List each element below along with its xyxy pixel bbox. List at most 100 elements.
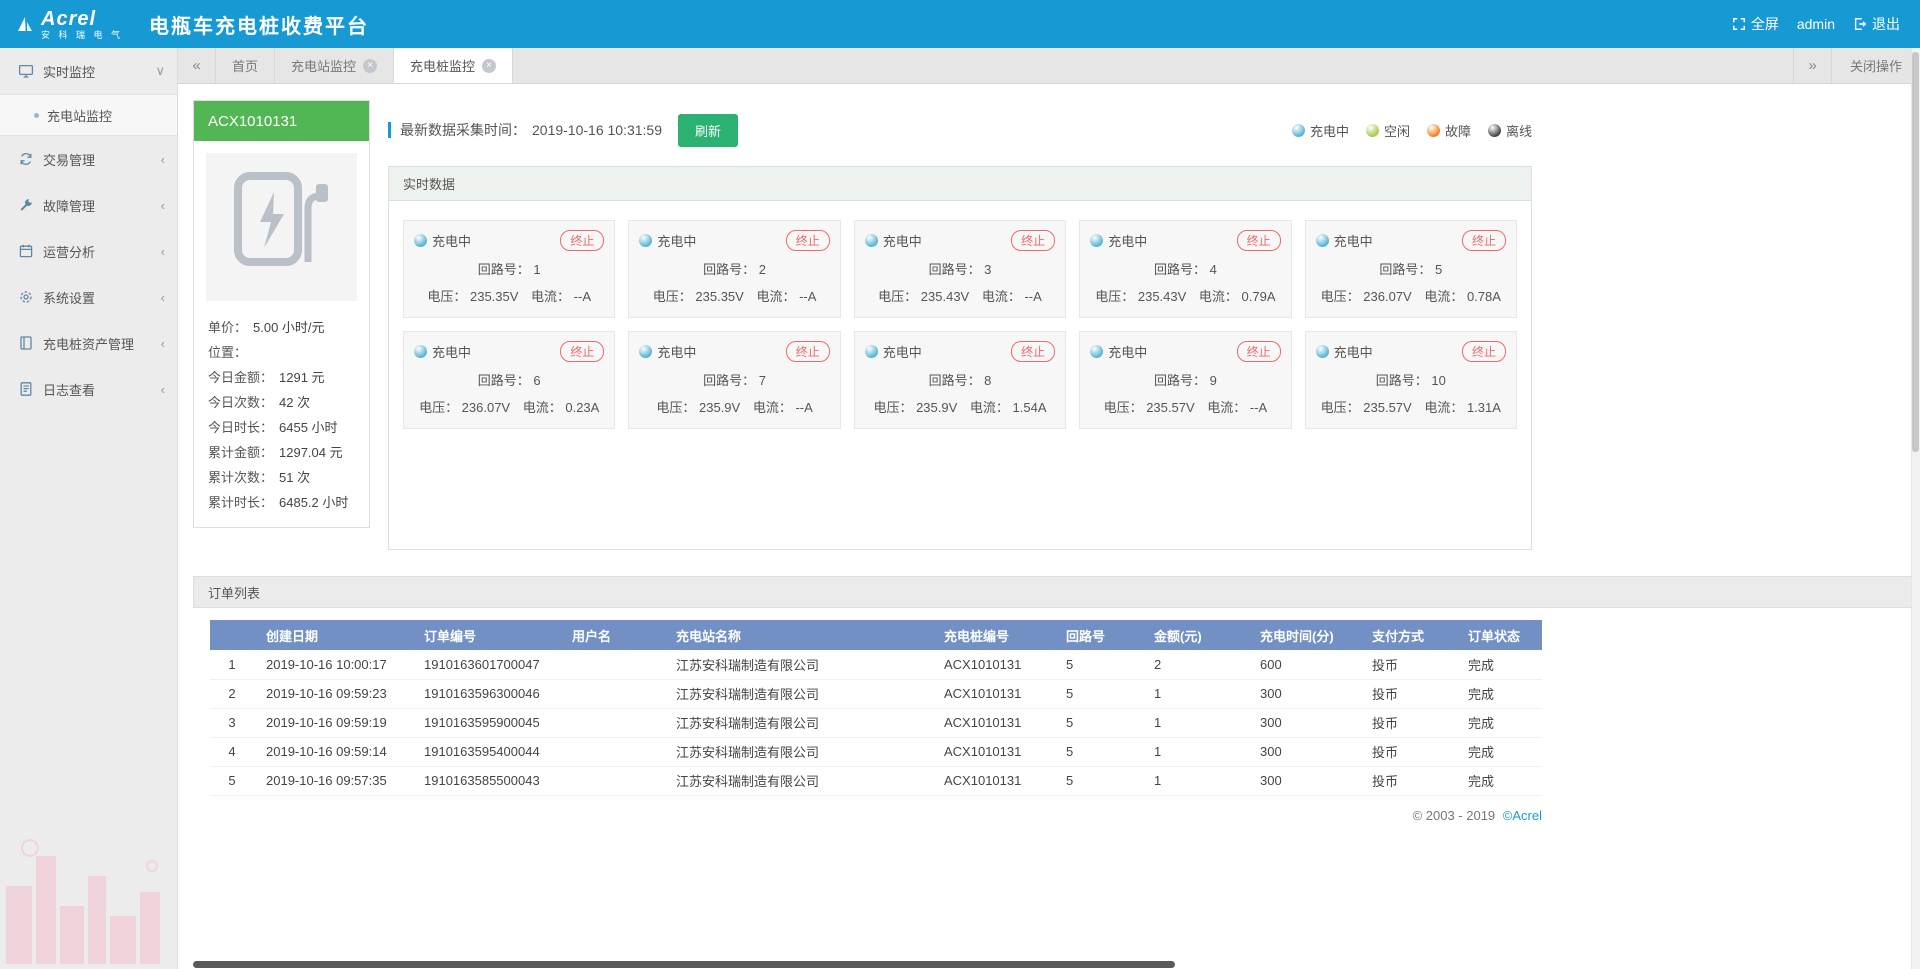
sidebar: 实时监控 ∨ 充电站监控 交易管理 ‹ 故障管理 ‹ [0, 48, 178, 969]
close-operations-button[interactable]: 关闭操作 [1831, 48, 1920, 83]
footer-brand-link[interactable]: ©Acrel [1503, 808, 1542, 823]
sidebar-item-station-monitor[interactable]: 充电站监控 [0, 94, 177, 136]
tab-home[interactable]: 首页 [216, 48, 275, 83]
stop-button[interactable]: 终止 [786, 341, 830, 362]
stop-button[interactable]: 终止 [560, 230, 604, 251]
orders-table: 创建日期订单编号用户名充电站名称充电桩编号回路号金额(元)充电时间(分)支付方式… [210, 620, 1542, 796]
sidebar-item-operation-analysis[interactable]: 运营分析 ‹ [0, 228, 177, 274]
order-row[interactable]: 52019-10-16 09:57:351910163585500043江苏安科… [210, 766, 1542, 795]
order-cell: 完成 [1456, 650, 1542, 679]
tab-close-icon[interactable]: × [482, 59, 496, 73]
order-row[interactable]: 42019-10-16 09:59:141910163595400044江苏安科… [210, 737, 1542, 766]
tab-station-monitor[interactable]: 充电站监控 × [275, 48, 394, 83]
tab-pile-monitor[interactable]: 充电桩监控 × [394, 48, 513, 83]
channel-status: 充电中 [1316, 342, 1373, 361]
device-stat-line: 今日次数： 42 次 [208, 390, 355, 415]
order-cell: 1 [1142, 766, 1248, 795]
order-cell [560, 708, 664, 737]
charging-dot-icon [865, 234, 878, 247]
vertical-scrollbar-thumb[interactable] [1912, 52, 1919, 452]
orders-column-header: 充电时间(分) [1248, 620, 1360, 650]
channel-status: 充电中 [865, 342, 922, 361]
channel-card: 充电中 终止 回路号： 6 电压： 236.07V 电流： 0.23A [403, 331, 615, 429]
user-menu[interactable]: admin [1797, 16, 1835, 32]
order-cell [560, 766, 664, 795]
book-icon [18, 335, 34, 351]
circuit-number: 回路号： 4 [1090, 259, 1280, 278]
circuit-number: 回路号： 9 [1090, 370, 1280, 389]
order-row[interactable]: 32019-10-16 09:59:191910163595900045江苏安科… [210, 708, 1542, 737]
orders-column-header: 创建日期 [254, 620, 412, 650]
channel-card: 充电中 终止 回路号： 3 电压： 235.43V 电流： --A [854, 220, 1066, 318]
legend-item: 充电中 [1292, 121, 1349, 140]
fullscreen-button[interactable]: 全屏 [1732, 14, 1779, 34]
order-row-index: 3 [210, 708, 254, 737]
logout-button[interactable]: 退出 [1853, 14, 1900, 34]
order-cell: 完成 [1456, 679, 1542, 708]
order-cell: 300 [1248, 679, 1360, 708]
chevron-left-icon: ‹ [161, 152, 165, 167]
stop-button[interactable]: 终止 [1237, 341, 1281, 362]
order-cell: 1910163595900045 [412, 708, 560, 737]
refresh-button[interactable]: 刷新 [678, 114, 738, 147]
device-stat-line: 今日金额： 1291 元 [208, 365, 355, 390]
order-cell: 完成 [1456, 766, 1542, 795]
order-cell: 完成 [1456, 708, 1542, 737]
chevron-down-icon: ∨ [155, 63, 165, 79]
charging-dot-icon [1316, 234, 1329, 247]
tabs-scroll-left-button[interactable]: « [178, 48, 216, 83]
order-row[interactable]: 12019-10-16 10:00:171910163601700047江苏安科… [210, 650, 1542, 679]
sidebar-item-fault-management[interactable]: 故障管理 ‹ [0, 182, 177, 228]
stop-button[interactable]: 终止 [1462, 341, 1506, 362]
orders-column-header: 用户名 [560, 620, 664, 650]
charging-dot-icon [639, 345, 652, 358]
sidebar-item-system-settings[interactable]: 系统设置 ‹ [0, 274, 177, 320]
stop-button[interactable]: 终止 [1462, 230, 1506, 251]
order-row[interactable]: 22019-10-16 09:59:231910163596300046江苏安科… [210, 679, 1542, 708]
order-cell: 2019-10-16 09:57:35 [254, 766, 412, 795]
channel-card: 充电中 终止 回路号： 9 电压： 235.57V 电流： --A [1079, 331, 1291, 429]
chevron-left-icon: ‹ [161, 244, 165, 259]
order-cell: 5 [1054, 679, 1142, 708]
stop-button[interactable]: 终止 [1011, 230, 1055, 251]
device-stat-line: 位置： [208, 340, 355, 365]
copyright-footer: © 2003 - 2019 ©Acrel [193, 808, 1542, 823]
stop-button[interactable]: 终止 [786, 230, 830, 251]
orders-index-header [210, 620, 254, 650]
order-cell: 1 [1142, 737, 1248, 766]
document-icon [18, 381, 34, 397]
sidebar-item-asset-management[interactable]: 充电桩资产管理 ‹ [0, 320, 177, 366]
channel-measurements: 电压： 236.07V 电流： 0.23A [414, 397, 604, 416]
sidebar-item-realtime-monitor[interactable]: 实时监控 ∨ [0, 48, 177, 94]
device-info-card: ACX1010131 单价： 5.00 小时/元 位置： 今日金额： [193, 100, 370, 528]
horizontal-scrollbar-thumb[interactable] [193, 961, 1175, 968]
orders-column-header: 充电桩编号 [932, 620, 1054, 650]
stop-button[interactable]: 终止 [1237, 230, 1281, 251]
channel-status: 充电中 [865, 231, 922, 250]
tab-close-icon[interactable]: × [363, 59, 377, 73]
stop-button[interactable]: 终止 [560, 341, 604, 362]
status-dot-icon [1488, 124, 1501, 137]
realtime-panel-title: 实时数据 [389, 167, 1531, 201]
tabs-scroll-right-button[interactable]: » [1793, 48, 1831, 83]
charging-dot-icon [865, 345, 878, 358]
order-cell [560, 679, 664, 708]
status-dot-icon [1427, 124, 1440, 137]
chevron-left-icon: ‹ [161, 198, 165, 213]
legend-item: 离线 [1488, 121, 1532, 140]
channel-status: 充电中 [414, 231, 471, 250]
channel-measurements: 电压： 236.07V 电流： 0.78A [1316, 286, 1506, 305]
orders-column-header: 订单状态 [1456, 620, 1542, 650]
bullet-icon [34, 113, 39, 118]
order-cell: 1910163595400044 [412, 737, 560, 766]
order-cell: ACX1010131 [932, 766, 1054, 795]
order-cell: 完成 [1456, 737, 1542, 766]
order-cell: 投币 [1360, 679, 1456, 708]
sidebar-item-log-view[interactable]: 日志查看 ‹ [0, 366, 177, 412]
acrel-logo-icon [16, 15, 34, 33]
tab-bar: « 首页 充电站监控 × 充电桩监控 × » 关闭操作 [178, 48, 1920, 84]
stop-button[interactable]: 终止 [1011, 341, 1055, 362]
sidebar-item-trade-management[interactable]: 交易管理 ‹ [0, 136, 177, 182]
channel-card: 充电中 终止 回路号： 10 电压： 235.57V 电流： 1.31A [1305, 331, 1517, 429]
channel-status: 充电中 [414, 342, 471, 361]
